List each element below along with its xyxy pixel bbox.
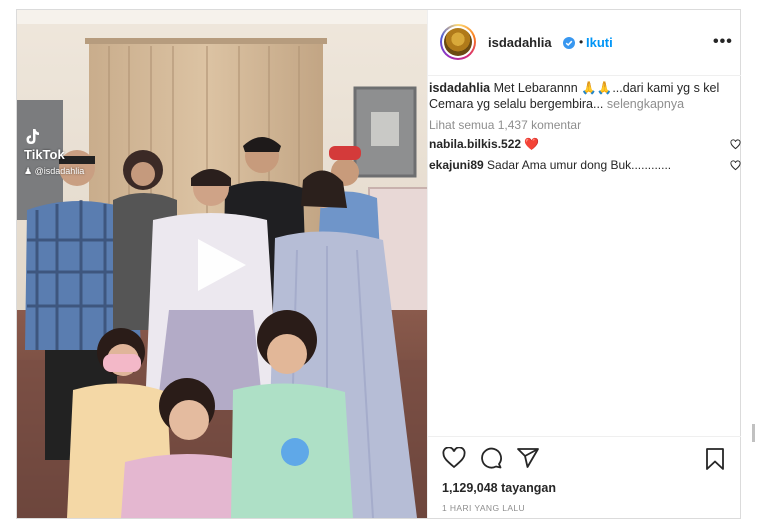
caption: isdadahlia Met Lebarannn 🙏🙏...dari kami …	[429, 80, 729, 112]
username-link[interactable]: isdadahlia	[488, 35, 552, 50]
comment-icon[interactable]	[479, 447, 503, 469]
tiktok-handle: @isdadahlia	[34, 166, 85, 176]
scrollbar[interactable]	[752, 424, 755, 442]
comment-item: nabila.bilkis.522 ❤️	[429, 137, 739, 151]
post-card: TikTok ♟ @isdadahlia isdadahlia • Ikuti …	[16, 9, 741, 519]
tiktok-user-icon: ♟	[24, 166, 33, 176]
video-media[interactable]: TikTok ♟ @isdadahlia	[17, 10, 428, 518]
play-icon[interactable]	[194, 235, 250, 295]
tiktok-logo-icon	[26, 129, 39, 144]
verified-badge-icon	[563, 37, 575, 49]
view-count: 1,129,048 tayangan	[442, 481, 556, 495]
comment-item: ekajuni89 Sadar Ama umur dong Buk.......…	[429, 158, 739, 172]
comment-like-heart-icon[interactable]	[730, 139, 741, 150]
avatar[interactable]	[440, 24, 476, 60]
more-options-icon[interactable]: •••	[713, 33, 733, 51]
bookmark-icon[interactable]	[704, 447, 726, 471]
action-bar: 1,129,048 tayangan 1 HARI YANG LALU	[428, 436, 741, 519]
follow-button[interactable]: Ikuti	[586, 35, 613, 50]
comment-text: ❤️	[524, 137, 540, 151]
post-timestamp[interactable]: 1 HARI YANG LALU	[442, 503, 525, 513]
comment-username[interactable]: nabila.bilkis.522	[429, 137, 521, 151]
view-all-comments-link[interactable]: Lihat semua 1,437 komentar	[429, 118, 581, 132]
post-sidebar: isdadahlia • Ikuti ••• isdadahlia Met Le…	[427, 10, 741, 518]
comment-like-heart-icon[interactable]	[730, 160, 741, 171]
tiktok-watermark: TikTok ♟ @isdadahlia	[24, 128, 84, 177]
share-icon[interactable]	[516, 447, 540, 469]
comment-username[interactable]: ekajuni89	[429, 158, 484, 172]
separator-dot: •	[579, 35, 584, 49]
heart-icon[interactable]	[442, 447, 466, 469]
comment-text: Sadar Ama umur dong Buk............	[487, 158, 672, 172]
caption-username[interactable]: isdadahlia	[429, 81, 490, 95]
caption-more-link[interactable]: selengkapnya	[607, 97, 684, 111]
post-header: isdadahlia • Ikuti •••	[428, 10, 741, 76]
tiktok-brand-label: TikTok	[24, 147, 65, 162]
